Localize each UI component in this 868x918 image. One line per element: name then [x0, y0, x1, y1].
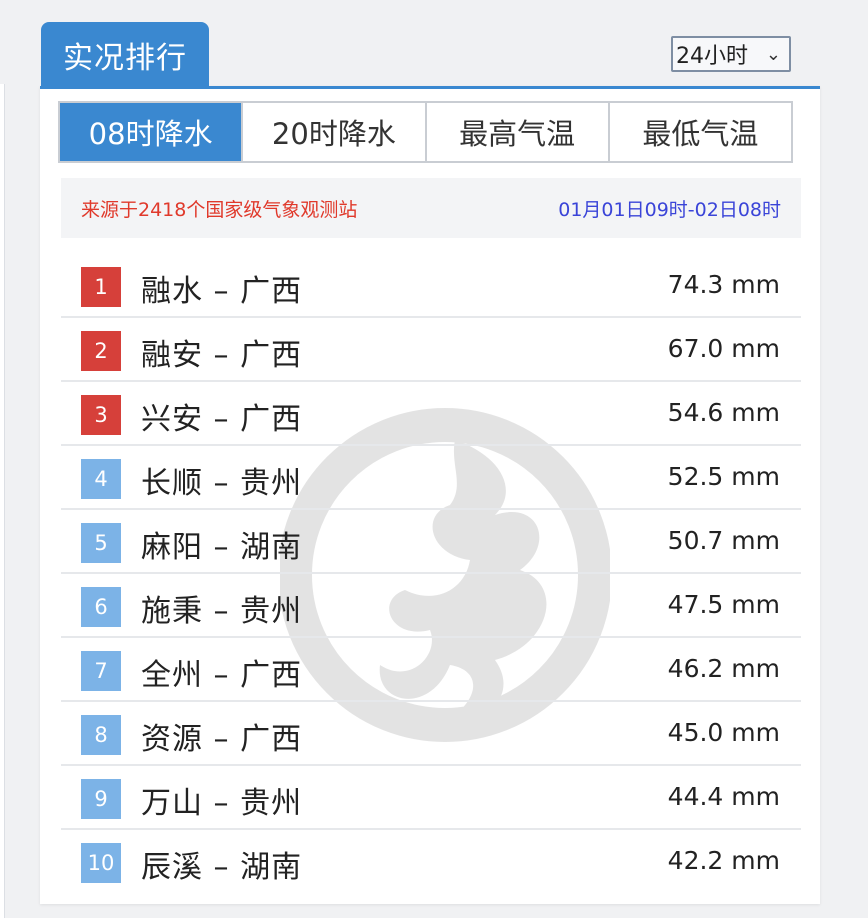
station-name: 万山 – 贵州: [141, 786, 303, 821]
chevron-down-icon: ⌄: [765, 44, 781, 65]
time-range: 01月01日09时-02日08时: [558, 198, 781, 221]
category-tabs: 08时降水 20时降水 最高气温 最低气温: [58, 101, 793, 163]
precipitation-value: 46.2 mm: [667, 654, 780, 683]
list-item[interactable]: 10 辰溪 – 湖南 42.2 mm: [61, 830, 801, 894]
tab-label: 08时降水: [88, 117, 213, 151]
rank-badge: 10: [81, 843, 121, 883]
tab-label: 最低气温: [642, 117, 759, 151]
precipitation-value: 54.6 mm: [667, 398, 780, 427]
precipitation-value: 47.5 mm: [667, 590, 780, 619]
panel-title: 实况排行: [63, 40, 187, 76]
rank-badge: 5: [81, 523, 121, 563]
station-name: 全州 – 广西: [141, 658, 303, 693]
station-name: 麻阳 – 湖南: [141, 530, 303, 565]
station-name: 资源 – 广西: [141, 722, 303, 757]
station-name: 融水 – 广西: [141, 274, 303, 309]
tab-label: 20时降水: [271, 117, 396, 151]
source-note: 来源于2418个国家级气象观测站: [81, 198, 358, 221]
left-panel-edge: [0, 84, 5, 918]
station-name: 长顺 – 贵州: [141, 466, 303, 501]
rank-badge: 6: [81, 587, 121, 627]
tab-label: 最高气温: [459, 117, 576, 151]
precipitation-value: 52.5 mm: [667, 462, 780, 491]
list-item[interactable]: 6 施秉 – 贵州 47.5 mm: [61, 574, 801, 638]
rank-badge: 4: [81, 459, 121, 499]
tab-min-temperature[interactable]: 最低气温: [607, 103, 791, 161]
list-item[interactable]: 8 资源 – 广西 45.0 mm: [61, 702, 801, 766]
tab-20-precipitation[interactable]: 20时降水: [241, 103, 425, 161]
precipitation-value: 50.7 mm: [667, 526, 780, 555]
rank-badge: 1: [81, 267, 121, 307]
precipitation-value: 74.3 mm: [667, 270, 780, 299]
precipitation-value: 45.0 mm: [667, 718, 780, 747]
precipitation-value: 67.0 mm: [667, 334, 780, 363]
panel-title-tab[interactable]: 实况排行: [41, 22, 209, 87]
rank-badge: 9: [81, 779, 121, 819]
list-item[interactable]: 4 长顺 – 贵州 52.5 mm: [61, 446, 801, 510]
precipitation-value: 44.4 mm: [667, 782, 780, 811]
list-item[interactable]: 2 融安 – 广西 67.0 mm: [61, 318, 801, 382]
rank-badge: 2: [81, 331, 121, 371]
station-name: 融安 – 广西: [141, 338, 303, 373]
ranking-list: 1 融水 – 广西 74.3 mm 2 融安 – 广西 67.0 mm 3 兴安…: [61, 254, 801, 894]
station-name: 兴安 – 广西: [141, 402, 303, 437]
station-name: 施秉 – 贵州: [141, 594, 303, 629]
tab-max-temperature[interactable]: 最高气温: [424, 103, 608, 161]
list-item[interactable]: 1 融水 – 广西 74.3 mm: [61, 254, 801, 318]
list-item[interactable]: 3 兴安 – 广西 54.6 mm: [61, 382, 801, 446]
list-item[interactable]: 9 万山 – 贵州 44.4 mm: [61, 766, 801, 830]
period-select-value: 24小时: [676, 44, 748, 69]
info-bar: 来源于2418个国家级气象观测站 01月01日09时-02日08时: [61, 178, 801, 238]
station-name: 辰溪 – 湖南: [141, 850, 303, 885]
rank-badge: 7: [81, 651, 121, 691]
period-select[interactable]: 24小时 ⌄: [671, 36, 791, 72]
precipitation-value: 42.2 mm: [667, 846, 780, 875]
rank-badge: 3: [81, 395, 121, 435]
list-item[interactable]: 7 全州 – 广西 46.2 mm: [61, 638, 801, 702]
list-item[interactable]: 5 麻阳 – 湖南 50.7 mm: [61, 510, 801, 574]
rank-badge: 8: [81, 715, 121, 755]
tab-08-precipitation[interactable]: 08时降水: [60, 103, 242, 161]
